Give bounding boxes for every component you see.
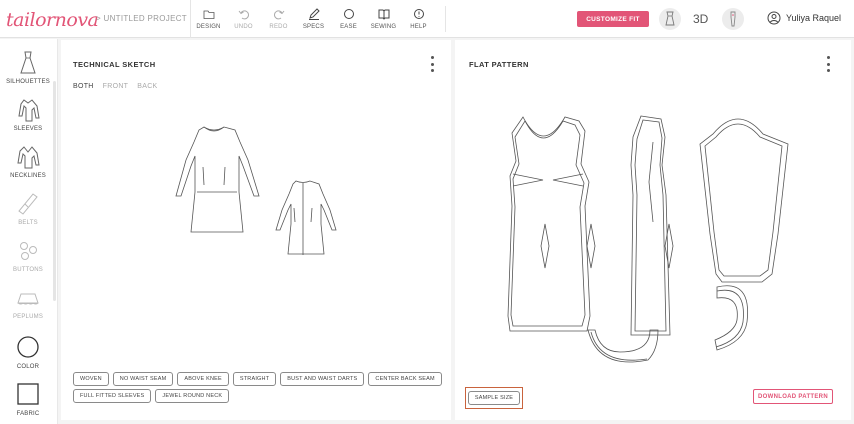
feature-chip[interactable]: STRAIGHT (232, 372, 277, 386)
tab-front[interactable]: FRONT (103, 83, 129, 90)
folder-icon (203, 10, 214, 19)
sketch-view-button[interactable] (659, 8, 681, 30)
feature-chip[interactable]: WOVEN (73, 372, 109, 386)
undo-icon (238, 10, 249, 20)
pattern-piece-back (630, 115, 674, 336)
feature-chip[interactable]: BUST AND WAIST DARTS (280, 372, 365, 386)
pattern-piece-neck-facing (714, 285, 749, 351)
feature-chip[interactable]: ABOVE KNEE (177, 372, 229, 386)
neckline-icon (17, 146, 40, 169)
sidebar-item-buttons[interactable]: BUTTONS (0, 227, 56, 273)
sidebar-item-color[interactable]: COLOR (0, 324, 56, 370)
sidebar-item-label: BELTS (18, 220, 38, 226)
specs-label: SPECS (302, 24, 325, 30)
sleeves-icon (18, 99, 40, 122)
view-3d-button[interactable]: 3D (693, 12, 708, 26)
tailornova-logo[interactable]: tailornova (6, 9, 99, 31)
feature-chip[interactable]: JEWEL ROUND NECK (155, 389, 230, 403)
sewing-label: SEWING (370, 24, 397, 30)
sidebar-scrollbar[interactable] (53, 81, 56, 301)
sidebar-item-necklines[interactable]: NECKLINES (0, 133, 56, 179)
color-circle-icon (17, 336, 39, 358)
design-button[interactable]: DESIGN (191, 0, 226, 38)
help-label: HELP (410, 24, 427, 30)
dress-technical-sketch (175, 126, 337, 255)
sketch-more-options-icon[interactable] (429, 56, 435, 72)
peplum-icon (17, 293, 39, 305)
toolbar-divider (445, 6, 446, 32)
sidebar-item-sleeves[interactable]: SLEEVES (0, 86, 56, 132)
customize-fit-button[interactable]: CUSTOMIZE FIT (577, 11, 649, 27)
sidebar-item-label: BUTTONS (13, 267, 43, 273)
user-name: Yuliya Raquel (786, 13, 842, 23)
ease-circle-icon (343, 9, 354, 19)
specs-button[interactable]: SPECS (296, 0, 331, 38)
help-icon (413, 9, 424, 19)
sewing-button[interactable]: SEWING (366, 0, 401, 38)
toolbar: DESIGN UNDO REDO SPECS EASE SEWING HELP (190, 0, 436, 38)
ease-label: EASE (340, 24, 357, 30)
flat-pattern-title: FLAT PATTERN (469, 60, 529, 69)
mannequin-view-button[interactable] (722, 8, 744, 30)
pencil-icon (308, 8, 320, 20)
design-sidebar: SILHOUETTES SLEEVES NECKLINES BELTS BUTT… (0, 39, 58, 424)
feature-chip[interactable]: NO WAIST SEAM (112, 372, 174, 386)
buttons-icon (20, 242, 37, 260)
dress-silhouette-icon (20, 51, 36, 74)
pattern-piece-front-bodice (507, 116, 596, 332)
technical-sketch-panel: TECHNICAL SKETCH BOTH FRONT BACK WOVEN N… (61, 40, 451, 420)
pattern-more-options-icon[interactable] (825, 56, 831, 72)
pattern-piece-sleeve (699, 118, 789, 283)
sidebar-item-label: NECKLINES (10, 173, 46, 179)
dress-form-icon (665, 11, 675, 26)
sketch-view-tabs: BOTH FRONT BACK (73, 83, 158, 90)
sidebar-item-label: COLOR (16, 364, 40, 370)
design-label: DESIGN (196, 24, 221, 30)
breadcrumb[interactable]: > UNTITLED PROJECT (96, 14, 187, 23)
redo-button[interactable]: REDO (261, 0, 296, 38)
ease-button[interactable]: EASE (331, 0, 366, 38)
feature-chips: WOVEN NO WAIST SEAM ABOVE KNEE STRAIGHT … (73, 372, 443, 403)
sidebar-item-label: FABRIC (16, 411, 40, 417)
belt-icon (18, 193, 38, 215)
dress-back-view (275, 180, 337, 255)
undo-button[interactable]: UNDO (226, 0, 261, 38)
sidebar-item-belts[interactable]: BELTS (0, 180, 56, 226)
redo-icon (273, 10, 284, 20)
tab-both[interactable]: BOTH (73, 83, 94, 90)
flat-pattern-drawing (507, 115, 789, 363)
redo-label: REDO (269, 24, 288, 30)
flat-pattern-panel: FLAT PATTERN SAMPLE SIZE DOWNLOAD PATTER… (455, 40, 851, 420)
sidebar-item-label: PEPLUMS (12, 314, 44, 320)
download-pattern-button[interactable]: DOWNLOAD PATTERN (753, 389, 833, 404)
sidebar-item-fabric[interactable]: FABRIC (0, 371, 56, 417)
feature-chip[interactable]: FULL FITTED SLEEVES (73, 389, 152, 403)
top-bar: tailornova > UNTITLED PROJECT DESIGN UND… (0, 0, 854, 38)
sidebar-item-silhouettes[interactable]: SILHOUETTES (0, 39, 56, 85)
sample-size-highlight: SAMPLE SIZE (465, 387, 523, 409)
sidebar-item-label: SILHOUETTES (6, 79, 50, 85)
technical-sketch-title: TECHNICAL SKETCH (73, 60, 156, 69)
feature-chip[interactable]: CENTER BACK SEAM (368, 372, 442, 386)
tab-back[interactable]: BACK (137, 83, 157, 90)
user-menu[interactable]: Yuliya Raquel (767, 11, 841, 25)
sample-size-chip[interactable]: SAMPLE SIZE (467, 391, 521, 405)
book-icon (378, 9, 389, 20)
dress-front-view (175, 126, 260, 233)
sidebar-item-peplums[interactable]: PEPLUMS (0, 274, 56, 320)
user-avatar-icon (767, 11, 781, 25)
mannequin-icon (730, 11, 736, 27)
fabric-square-icon (17, 383, 39, 405)
sidebar-item-label: SLEEVES (13, 126, 43, 132)
undo-label: UNDO (234, 24, 253, 30)
help-button[interactable]: HELP (401, 0, 436, 38)
